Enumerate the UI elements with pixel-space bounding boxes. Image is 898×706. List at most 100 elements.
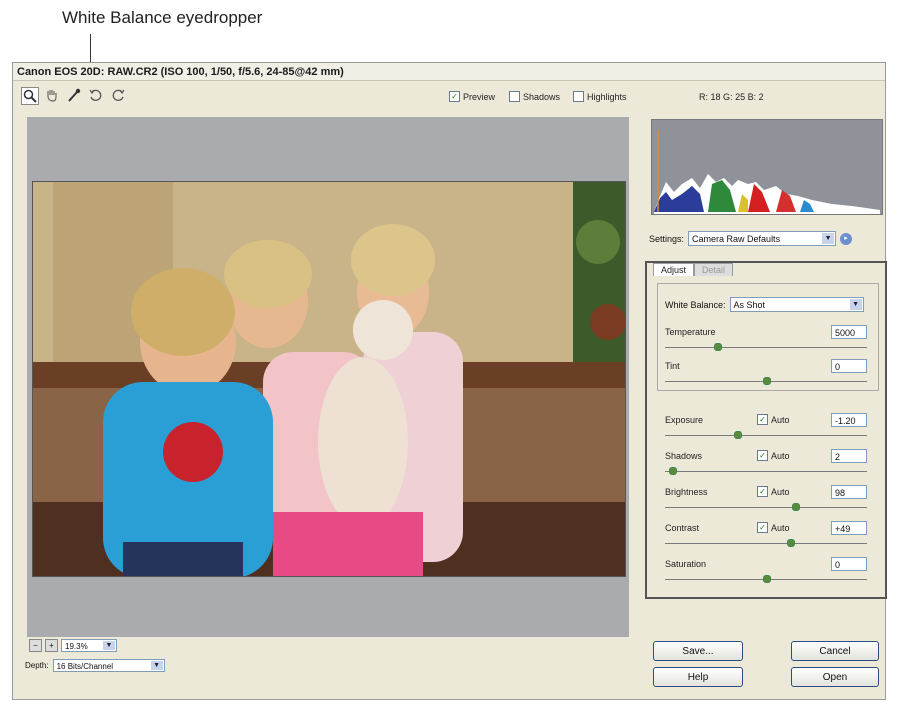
slider-label: Tint xyxy=(665,361,680,371)
auto-check-box[interactable]: ✓ xyxy=(757,414,768,425)
g-value: 25 xyxy=(735,92,746,102)
slider-thumb[interactable] xyxy=(669,467,677,475)
preview-label: Preview xyxy=(463,91,496,102)
slider-row-temperature: Temperature 5000 xyxy=(665,325,875,355)
slider-label: Contrast xyxy=(665,523,700,533)
slider-label: Temperature xyxy=(665,327,716,337)
slider-value-field[interactable]: 0 xyxy=(831,359,867,373)
slider-value-field[interactable]: 98 xyxy=(831,485,867,499)
slider-track[interactable] xyxy=(665,435,867,436)
depth-select[interactable]: 16 Bits/Channel ▼ xyxy=(52,659,165,672)
histogram xyxy=(651,119,883,215)
auto-check-box[interactable]: ✓ xyxy=(757,522,768,533)
chevron-down-icon: ▼ xyxy=(822,233,835,244)
slider-thumb[interactable] xyxy=(787,539,795,547)
highlights-checkbox[interactable]: Highlights xyxy=(573,91,627,102)
slider-row-shadows: Shadows ✓ Auto 2 xyxy=(665,449,875,479)
slider-value-field[interactable]: +49 xyxy=(831,521,867,535)
auto-checkbox[interactable]: ✓ Auto xyxy=(757,486,790,497)
b-label: B: xyxy=(747,92,757,102)
depth-label: Depth: xyxy=(25,661,49,670)
slider-row-brightness: Brightness ✓ Auto 98 xyxy=(665,485,875,515)
slider-thumb[interactable] xyxy=(714,343,722,351)
g-label: G: xyxy=(723,92,733,102)
zoom-in-button[interactable]: + xyxy=(45,639,58,652)
slider-value-field[interactable]: 0 xyxy=(831,557,867,571)
slider-label: Exposure xyxy=(665,415,704,425)
auto-checkbox[interactable]: ✓ Auto xyxy=(757,522,790,533)
settings-menu-icon[interactable]: ▸ xyxy=(840,232,853,245)
rotate-right-icon[interactable] xyxy=(109,87,127,105)
preview-checkbox[interactable]: ✓ Preview xyxy=(449,91,495,102)
help-button[interactable]: Help xyxy=(653,667,743,687)
settings-value: Camera Raw Defaults xyxy=(692,234,781,244)
auto-label: Auto xyxy=(771,486,790,497)
slider-value-field[interactable]: 5000 xyxy=(831,325,867,339)
zoom-select[interactable]: 19.3% ▼ xyxy=(61,639,117,652)
chevron-down-icon: ▼ xyxy=(849,299,862,310)
shadows-checkbox[interactable]: Shadows xyxy=(509,91,560,102)
slider-track[interactable] xyxy=(665,347,867,348)
slider-label: Shadows xyxy=(665,451,703,461)
auto-label: Auto xyxy=(771,522,790,533)
rgb-readout: R: 18 G: 25 B: 2 xyxy=(699,92,764,102)
panel-tabs: Adjust Detail xyxy=(653,263,734,276)
auto-checkbox[interactable]: ✓ Auto xyxy=(757,450,790,461)
eyedropper-tool-icon[interactable] xyxy=(65,87,83,105)
slider-thumb[interactable] xyxy=(763,575,771,583)
tool-strip xyxy=(21,87,127,105)
highlights-label: Highlights xyxy=(587,91,627,102)
white-balance-label: White Balance: xyxy=(665,299,726,310)
slider-row-contrast: Contrast ✓ Auto +49 xyxy=(665,521,875,551)
camera-raw-dialog: Canon EOS 20D: RAW.CR2 (ISO 100, 1/50, f… xyxy=(12,62,887,700)
white-balance-value: As Shot xyxy=(733,300,766,310)
auto-label: Auto xyxy=(771,450,790,461)
cancel-button[interactable]: Cancel xyxy=(791,641,879,661)
zoom-tool-icon[interactable] xyxy=(21,87,39,105)
save-button[interactable]: Save... xyxy=(653,641,743,661)
zoom-value: 19.3% xyxy=(65,642,88,651)
auto-checkbox[interactable]: ✓ Auto xyxy=(757,414,790,425)
auto-check-box[interactable]: ✓ xyxy=(757,486,768,497)
slider-label: Brightness xyxy=(665,487,708,497)
rotate-left-icon[interactable] xyxy=(87,87,105,105)
shadows-check-box[interactable] xyxy=(509,91,520,102)
slider-value-field[interactable]: -1.20 xyxy=(831,413,867,427)
zoom-control: − + 19.3% ▼ xyxy=(29,639,117,652)
slider-row-saturation: Saturation 0 xyxy=(665,557,875,587)
callout-label: White Balance eyedropper xyxy=(62,8,263,27)
shadows-label: Shadows xyxy=(523,91,561,102)
histogram-graph xyxy=(652,120,882,214)
slider-thumb[interactable] xyxy=(734,431,742,439)
settings-select[interactable]: Camera Raw Defaults ▼ xyxy=(688,231,837,246)
settings-row: Settings: Camera Raw Defaults ▼ ▸ xyxy=(649,231,853,246)
slider-track[interactable] xyxy=(665,543,867,544)
tab-adjust[interactable]: Adjust xyxy=(653,263,695,276)
auto-check-box[interactable]: ✓ xyxy=(757,450,768,461)
slider-thumb[interactable] xyxy=(763,377,771,385)
tab-detail[interactable]: Detail xyxy=(694,263,734,276)
slider-thumb[interactable] xyxy=(792,503,800,511)
zoom-out-button[interactable]: − xyxy=(29,639,42,652)
white-balance-select[interactable]: As Shot ▼ xyxy=(729,297,864,312)
depth-row: Depth: 16 Bits/Channel ▼ xyxy=(25,659,165,672)
r-label: R: xyxy=(699,92,708,102)
photo-illustration xyxy=(33,182,625,576)
highlights-check-box[interactable] xyxy=(573,91,584,102)
slider-row-exposure: Exposure ✓ Auto -1.20 xyxy=(665,413,875,443)
hand-tool-icon[interactable] xyxy=(43,87,61,105)
open-button[interactable]: Open xyxy=(791,667,879,687)
white-balance-row: White Balance: As Shot ▼ xyxy=(665,297,864,312)
chevron-down-icon: ▼ xyxy=(103,641,115,650)
auto-label: Auto xyxy=(771,414,790,425)
settings-label: Settings: xyxy=(649,233,685,244)
slider-value-field[interactable]: 2 xyxy=(831,449,867,463)
slider-track[interactable] xyxy=(665,507,867,508)
slider-label: Saturation xyxy=(665,559,707,569)
slider-row-tint: Tint 0 xyxy=(665,359,875,389)
depth-value: 16 Bits/Channel xyxy=(56,662,114,671)
chevron-down-icon: ▼ xyxy=(150,661,163,670)
photo-preview[interactable] xyxy=(32,181,626,577)
preview-check-box[interactable]: ✓ xyxy=(449,91,460,102)
slider-track[interactable] xyxy=(665,471,867,472)
